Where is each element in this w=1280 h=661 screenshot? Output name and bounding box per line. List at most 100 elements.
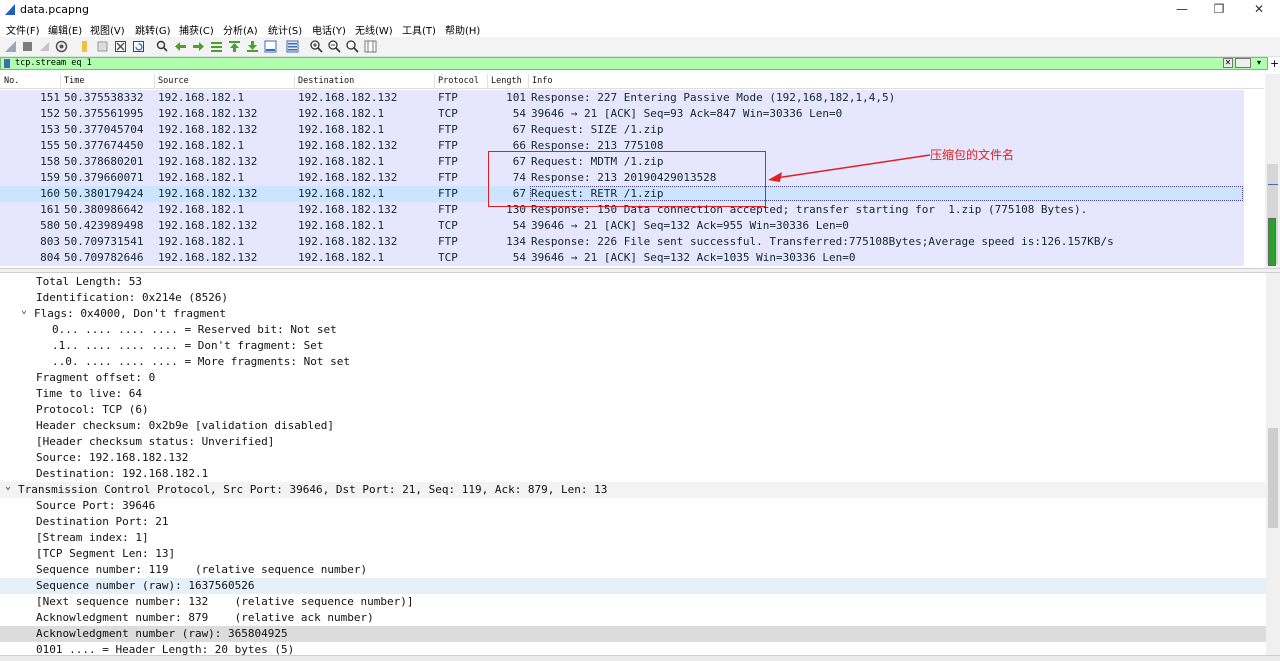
column-separator[interactable] xyxy=(294,74,295,89)
menu-file[interactable]: 文件(F) xyxy=(6,22,40,37)
detail-row[interactable]: Total Length: 53 xyxy=(0,274,1266,290)
packet-source: 192.168.182.132 xyxy=(158,251,258,264)
column-length[interactable]: Length xyxy=(491,76,522,86)
details-scrollbar[interactable] xyxy=(1266,273,1280,655)
packet-time: 50.377674450 xyxy=(64,139,144,152)
detail-row[interactable]: Header checksum: 0x2b9e [validation disa… xyxy=(0,418,1266,434)
go-forward-icon[interactable] xyxy=(192,40,205,53)
add-filter-button[interactable]: + xyxy=(1270,57,1279,70)
expand-chevron-icon[interactable]: ⌄ xyxy=(18,303,30,319)
scrollbar-thumb[interactable] xyxy=(1268,428,1278,528)
menu-wireless[interactable]: 无线(W) xyxy=(355,22,393,37)
wireshark-fin-icon xyxy=(5,4,15,15)
menu-analyze[interactable]: 分析(A) xyxy=(223,22,258,37)
apply-filter-icon[interactable] xyxy=(1235,58,1251,68)
restore-button[interactable]: ❐ xyxy=(1199,0,1239,20)
detail-row[interactable]: Protocol: TCP (6) xyxy=(0,402,1266,418)
close-file-icon[interactable] xyxy=(114,40,127,53)
menu-edit[interactable]: 编辑(E) xyxy=(48,22,82,37)
detail-row[interactable]: Destination: 192.168.182.1 xyxy=(0,466,1266,482)
column-separator[interactable] xyxy=(434,74,435,89)
resize-columns-icon[interactable] xyxy=(364,40,377,53)
display-filter-input[interactable]: tcp.stream eq 1 xyxy=(15,58,92,69)
menu-go[interactable]: 跳转(G) xyxy=(135,22,171,37)
detail-text: Time to live: 64 xyxy=(36,387,142,400)
detail-row[interactable]: Sequence number: 119 (relative sequence … xyxy=(0,562,1266,578)
packet-row[interactable]: 803 50.709731541 192.168.182.1 192.168.182.… xyxy=(0,234,1244,250)
menu-help[interactable]: 帮助(H) xyxy=(445,22,480,37)
column-source[interactable]: Source xyxy=(158,76,189,86)
column-separator[interactable] xyxy=(154,74,155,89)
menu-bar: 文件(F) 编辑(E) 视图(V) 跳转(G) 捕获(C) 分析(A) 统计(S… xyxy=(0,20,1280,37)
minimize-button[interactable]: — xyxy=(1162,0,1202,20)
detail-row[interactable]: Sequence number (raw): 1637560526 xyxy=(0,578,1266,594)
menu-statistics[interactable]: 统计(S) xyxy=(268,22,302,37)
menu-view[interactable]: 视图(V) xyxy=(90,22,125,37)
go-back-icon[interactable] xyxy=(174,40,187,53)
menu-tools[interactable]: 工具(T) xyxy=(402,22,436,37)
detail-row[interactable]: ⌄ Flags: 0x4000, Don't fragment xyxy=(0,303,1266,322)
detail-row[interactable]: Source: 192.168.182.132 xyxy=(0,450,1266,466)
find-packet-icon[interactable] xyxy=(156,40,169,53)
capture-options-icon[interactable] xyxy=(55,40,68,53)
detail-row[interactable]: .1.. .... .... .... = Don't fragment: Se… xyxy=(0,338,1266,354)
detail-row[interactable]: 0... .... .... .... = Reserved bit: Not … xyxy=(0,322,1266,338)
open-file-icon[interactable] xyxy=(78,40,91,53)
detail-row[interactable]: Acknowledgment number (raw): 365804925 xyxy=(0,626,1266,642)
filter-history-dropdown-icon[interactable]: ▾ xyxy=(1253,58,1265,68)
first-packet-icon[interactable] xyxy=(228,40,241,53)
packet-row[interactable]: 152 50.375561995 192.168.182.132 192.168.18… xyxy=(0,106,1244,122)
packet-row[interactable]: 151 50.375538332 192.168.182.1 192.168.182.… xyxy=(0,90,1244,106)
column-info[interactable]: Info xyxy=(532,76,552,86)
column-separator[interactable] xyxy=(528,74,529,89)
stop-capture-icon[interactable] xyxy=(21,40,34,53)
zoom-out-icon[interactable] xyxy=(328,40,341,53)
column-destination[interactable]: Destination xyxy=(298,76,354,86)
detail-row[interactable]: [TCP Segment Len: 13] xyxy=(0,546,1266,562)
packet-minimap[interactable] xyxy=(1268,218,1276,266)
menu-capture[interactable]: 捕获(C) xyxy=(179,22,214,37)
detail-row[interactable]: [Stream index: 1] xyxy=(0,530,1266,546)
detail-row[interactable]: Time to live: 64 xyxy=(0,386,1266,402)
bookmark-icon[interactable] xyxy=(4,59,10,68)
packet-row[interactable]: 580 50.423989498 192.168.182.132 192.168.18… xyxy=(0,218,1244,234)
menu-telephony[interactable]: 电话(Y) xyxy=(312,22,346,37)
detail-row[interactable]: Source Port: 39646 xyxy=(0,498,1266,514)
detail-row[interactable]: Fragment offset: 0 xyxy=(0,370,1266,386)
start-capture-icon[interactable] xyxy=(4,40,17,53)
autoscroll-icon[interactable] xyxy=(264,40,277,53)
zoom-in-icon[interactable] xyxy=(310,40,323,53)
detail-row[interactable]: [Header checksum status: Unverified] xyxy=(0,434,1266,450)
column-separator[interactable] xyxy=(60,74,61,89)
clear-filter-icon[interactable]: ✕ xyxy=(1223,58,1233,68)
detail-row[interactable]: [Next sequence number: 132 (relative seq… xyxy=(0,594,1266,610)
packet-time: 50.379660071 xyxy=(64,171,144,184)
detail-row[interactable]: ⌄ Transmission Control Protocol, Src Port… xyxy=(0,479,1266,498)
column-no[interactable]: No. xyxy=(4,76,19,86)
column-protocol[interactable]: Protocol xyxy=(438,76,479,86)
reload-file-icon[interactable] xyxy=(132,40,145,53)
title-bar: data.pcapng — ❐ ✕ xyxy=(0,0,1280,20)
detail-row[interactable]: ..0. .... .... .... = More fragments: No… xyxy=(0,354,1266,370)
column-time[interactable]: Time xyxy=(64,76,84,86)
display-filter-bar[interactable]: tcp.stream eq 1 ✕ ▾ xyxy=(0,57,1268,70)
packet-destination: 192.168.182.132 xyxy=(298,171,398,184)
packet-row[interactable]: 153 50.377045704 192.168.182.132 192.168.18… xyxy=(0,122,1244,138)
detail-row[interactable]: Destination Port: 21 xyxy=(0,514,1266,530)
detail-row[interactable]: Identification: 0x214e (8526) xyxy=(0,290,1266,306)
last-packet-icon[interactable] xyxy=(246,40,259,53)
close-button[interactable]: ✕ xyxy=(1239,0,1279,20)
colorize-icon[interactable] xyxy=(286,40,299,53)
go-to-packet-icon[interactable] xyxy=(210,40,223,53)
column-separator[interactable] xyxy=(487,74,488,89)
zoom-normal-icon[interactable] xyxy=(346,40,359,53)
expand-chevron-icon[interactable]: ⌄ xyxy=(2,479,14,495)
detail-text: Total Length: 53 xyxy=(36,275,142,288)
detail-row[interactable]: Acknowledgment number: 879 (relative ack… xyxy=(0,610,1266,626)
save-file-icon[interactable] xyxy=(96,40,109,53)
packet-source: 192.168.182.1 xyxy=(158,203,245,216)
restart-capture-icon[interactable] xyxy=(38,40,51,53)
detail-row[interactable]: 0101 .... = Header Length: 20 bytes (5) xyxy=(0,642,1266,655)
packet-protocol: FTP xyxy=(438,171,458,184)
packet-row[interactable]: 804 50.709782646 192.168.182.132 192.168.18… xyxy=(0,250,1244,266)
